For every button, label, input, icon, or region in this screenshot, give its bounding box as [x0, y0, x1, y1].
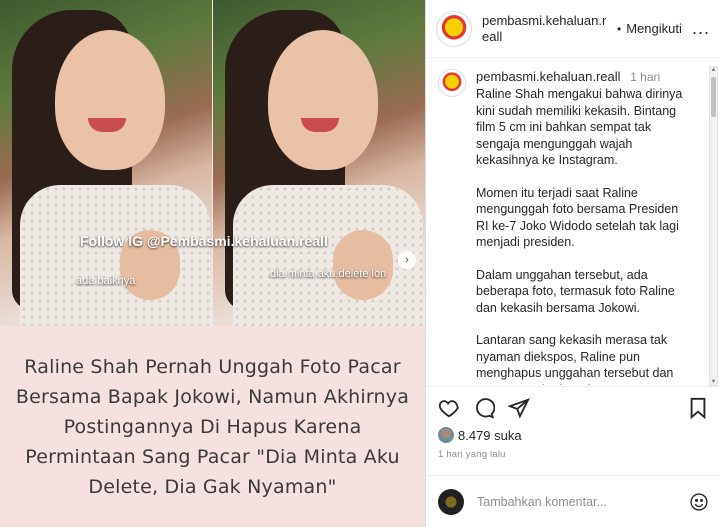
post-header: pembasmi.kehaluan.reall • Mengikuti ...: [426, 0, 720, 58]
emoji-icon[interactable]: [689, 492, 709, 512]
caption-item: pembasmi.kehaluan.reall 1 hari Raline Sh…: [426, 59, 720, 385]
comment-composer: [426, 475, 720, 527]
likes-count: 8.479: [458, 427, 491, 443]
post-panel: pembasmi.kehaluan.reall • Mengikuti ... …: [425, 0, 720, 527]
comment-icon[interactable]: [473, 397, 495, 419]
caption-avatar[interactable]: [438, 69, 466, 97]
caption-paragraph: Raline Shah mengakui bahwa dirinya kini …: [476, 87, 683, 167]
caption-time: 1 hari: [630, 70, 661, 84]
bookmark-icon[interactable]: [687, 397, 709, 419]
post-media[interactable]: Follow IG @Pembasmi.kehaluan.reall ada b…: [0, 0, 425, 527]
caption-paragraph: Dalam unggahan tersebut, ada beberapa fo…: [476, 267, 675, 315]
following-button[interactable]: Mengikuti: [626, 21, 682, 36]
caption-paragraph: Momen itu terjadi saat Raline mengunggah…: [476, 185, 679, 250]
more-options-icon[interactable]: ...: [692, 18, 710, 39]
headline-banner: Raline Shah Pernah Unggah Foto Pacar Ber…: [0, 326, 425, 527]
likes-label: suka: [494, 427, 522, 443]
subtitle-left: ada baiknya: [76, 275, 136, 287]
header-username[interactable]: pembasmi.kehaluan.reall: [482, 13, 612, 45]
caption-area: pembasmi.kehaluan.reall 1 hari Raline Sh…: [426, 59, 720, 385]
current-user-avatar: [438, 488, 464, 515]
share-icon[interactable]: [508, 397, 530, 419]
liker-avatar: [438, 427, 454, 443]
caption-username[interactable]: pembasmi.kehaluan.reall: [476, 69, 621, 84]
caption-paragraph: Lantaran sang kekasih merasa tak nyaman …: [476, 333, 674, 385]
subtitle-right: dia minta aku delete lon: [270, 268, 387, 280]
headline-text: Raline Shah Pernah Unggah Foto Pacar Ber…: [15, 355, 410, 498]
separator-dot: •: [617, 21, 622, 36]
avatar[interactable]: [436, 10, 472, 47]
caption-scrollbar[interactable]: ▲ ▼: [709, 66, 718, 386]
action-bar: 8.479 suka 1 hari yang lalu: [426, 386, 720, 460]
comment-input[interactable]: [477, 494, 677, 509]
heart-icon[interactable]: [438, 397, 460, 419]
chevron-right-icon[interactable]: ›: [398, 251, 416, 269]
follow-overlay-text: Follow IG @Pembasmi.kehaluan.reall: [80, 233, 328, 249]
post-time-ago[interactable]: 1 hari yang lalu: [438, 449, 709, 460]
likes-row[interactable]: 8.479 suka: [438, 427, 709, 443]
